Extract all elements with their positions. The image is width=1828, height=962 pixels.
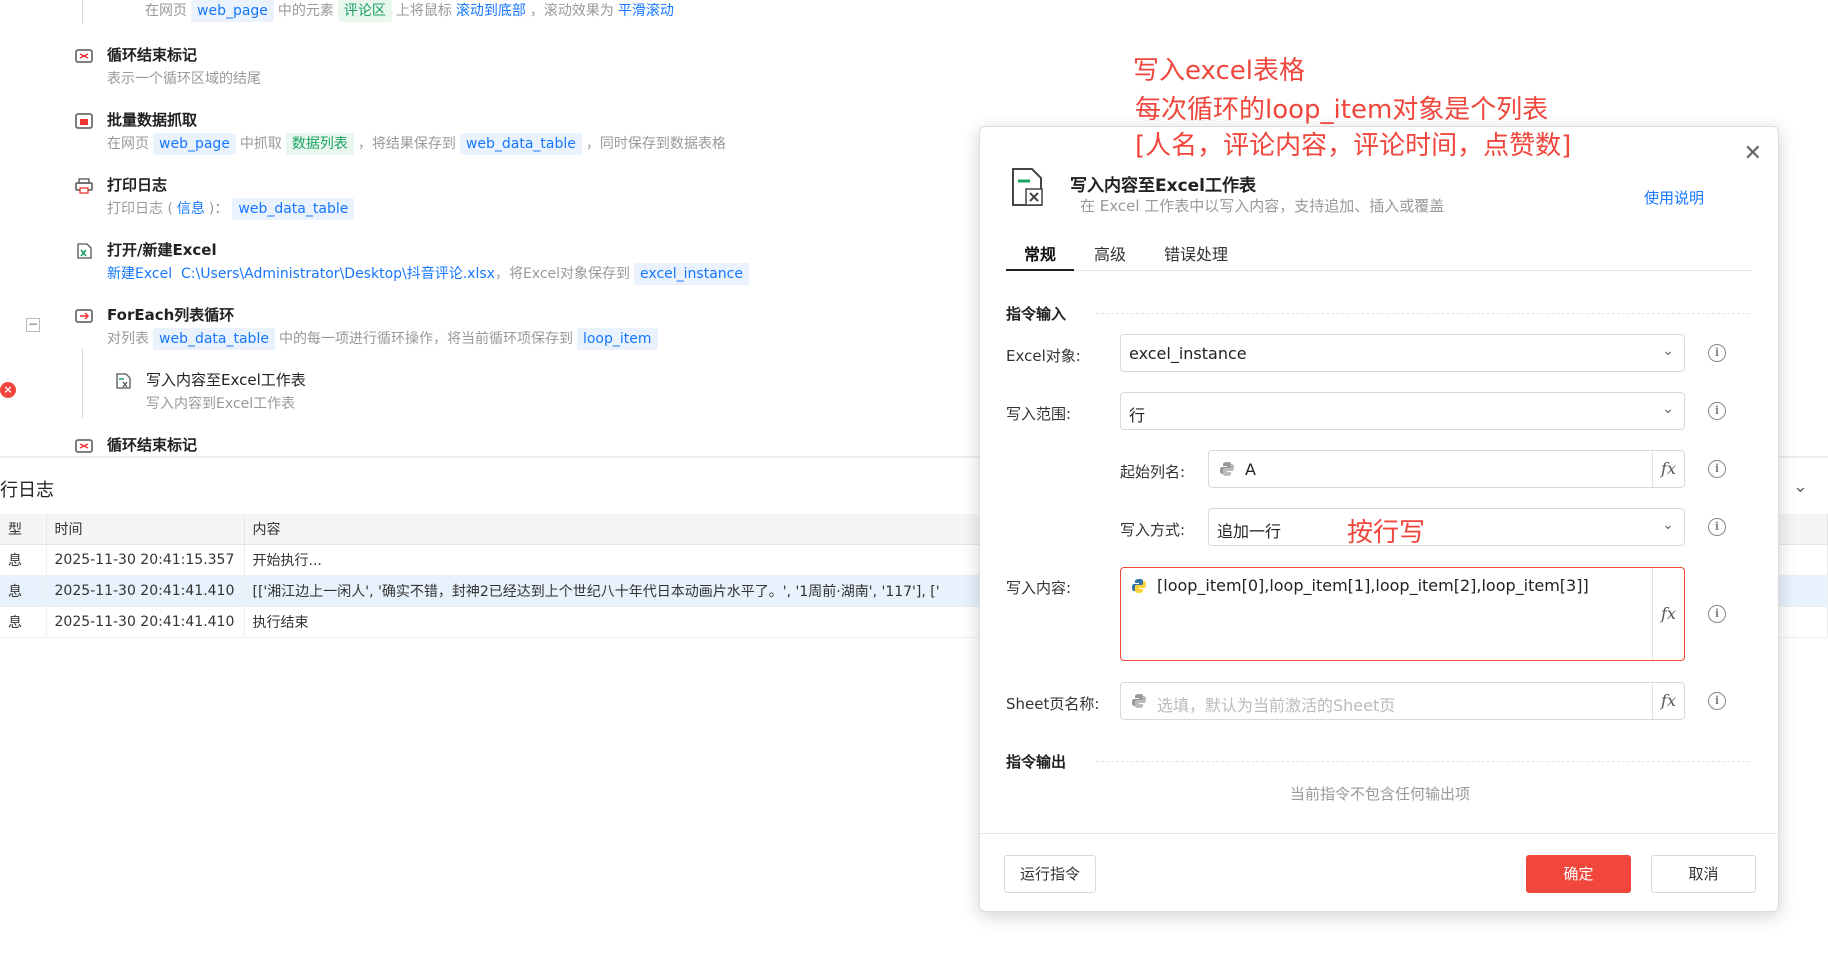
step-desc: 在网页 web_page 中抓取 数据列表 ，将结果保存到 web_data_table，…: [107, 133, 726, 155]
step-title: ForEach列表循环: [107, 306, 235, 324]
confirm-button[interactable]: 确定: [1526, 855, 1631, 893]
log-time: 2025-11-30 20:41:41.410: [46, 606, 245, 638]
write-mode-select[interactable]: 追加一行 ⌄: [1208, 508, 1685, 546]
collapse-foreach-button[interactable]: −: [26, 318, 40, 332]
sheet-name-input[interactable]: 选填，默认为当前激活的Sheet页 fx: [1120, 682, 1685, 720]
chevron-down-icon[interactable]: ⌄: [1793, 476, 1808, 497]
log-col-time[interactable]: 时间: [46, 514, 245, 545]
annotation-write-by-row: 按行写: [1347, 518, 1426, 548]
tab-indicator: [1006, 269, 1074, 271]
write-range-select[interactable]: 行 ⌄: [1120, 392, 1685, 430]
loop-end-icon: [75, 439, 93, 453]
printer-icon: [75, 178, 93, 194]
dialog-subtitle: 在 Excel 工作表中以写入内容，支持追加、插入或覆盖: [1080, 197, 1445, 215]
info-icon[interactable]: i: [1708, 605, 1726, 623]
divider: [1096, 761, 1750, 762]
annotation-loop-item-list: 每次循环的loop_item对象是个列表: [1135, 95, 1549, 125]
tab-advanced[interactable]: 高级: [1094, 241, 1126, 265]
run-command-button[interactable]: 运行指令: [1004, 855, 1096, 893]
step-title: 打开/新建Excel: [107, 241, 217, 259]
close-icon[interactable]: ✕: [1744, 141, 1762, 166]
loop-end-icon: [75, 49, 93, 63]
step-title: 打印日志: [107, 176, 168, 194]
dialog-title: 写入内容至Excel工作表: [1070, 176, 1257, 196]
step-desc: 表示一个循环区域的结尾: [107, 71, 261, 87]
step-desc: 写入内容到Excel工作表: [146, 396, 296, 412]
sheet-name-label: Sheet页名称:: [1006, 695, 1100, 713]
tab-error-handling[interactable]: 错误处理: [1164, 241, 1228, 265]
log-title: 行日志: [0, 480, 54, 501]
step-desc: 对列表 web_data_table 中的每一项进行循环操作，将当前循环项保存到 lo…: [107, 328, 662, 350]
fx-icon[interactable]: fx: [1652, 568, 1684, 660]
flow-connector: [82, 348, 83, 418]
excel-object-select[interactable]: excel_instance ⌄: [1120, 334, 1685, 372]
step-title: 循环结束标记: [107, 46, 198, 64]
python-icon: [1132, 579, 1146, 593]
help-link[interactable]: 使用说明: [1644, 187, 1704, 208]
tab-general[interactable]: 常规: [1024, 241, 1056, 265]
excel-object-label: Excel对象:: [1006, 347, 1081, 365]
start-column-label: 起始列名:: [1120, 463, 1186, 481]
log-type: 息: [0, 606, 47, 638]
excel-file-icon: [77, 243, 92, 259]
info-icon[interactable]: i: [1708, 460, 1726, 478]
excel-write-icon: [1012, 168, 1043, 206]
annotation-write-excel: 写入excel表格: [1133, 56, 1305, 86]
dialog-tabs: 常规 高级 错误处理: [1006, 235, 1752, 271]
write-content-label: 写入内容:: [1006, 579, 1072, 597]
fx-icon[interactable]: fx: [1652, 683, 1684, 719]
error-icon[interactable]: ×: [0, 382, 16, 398]
chevron-down-icon: ⌄: [1662, 401, 1674, 417]
write-range-label: 写入范围:: [1006, 405, 1072, 423]
batch-scrape-icon: [75, 113, 93, 129]
log-time: 2025-11-30 20:41:15.357: [46, 544, 245, 576]
step-title: 写入内容至Excel工作表: [146, 371, 306, 389]
loop-icon: [75, 309, 93, 323]
no-output-text: 当前指令不包含任何输出项: [1289, 785, 1470, 803]
write-mode-label: 写入方式:: [1120, 521, 1186, 539]
write-content-input[interactable]: [loop_item[0],loop_item[1],loop_item[2],…: [1120, 567, 1685, 661]
step-title: 循环结束标记: [107, 436, 198, 454]
dialog-footer: 运行指令 确定 取消: [980, 833, 1780, 913]
cancel-button[interactable]: 取消: [1651, 855, 1756, 893]
step-desc: 打印日志 (信息)： web_data_table: [107, 198, 358, 220]
chevron-down-icon: ⌄: [1662, 343, 1674, 359]
log-time: 2025-11-30 20:41:41.410: [46, 575, 245, 607]
python-icon: [1132, 694, 1146, 708]
chevron-down-icon: ⌄: [1662, 517, 1674, 533]
log-col-type[interactable]: 型: [0, 514, 47, 545]
log-type: 息: [0, 575, 47, 607]
flow-connector: [82, 0, 83, 24]
section-output-title: 指令输出: [1006, 753, 1067, 771]
info-icon[interactable]: i: [1708, 344, 1726, 362]
start-column-input[interactable]: A fx: [1208, 450, 1685, 488]
info-icon[interactable]: i: [1708, 518, 1726, 536]
info-icon[interactable]: i: [1708, 402, 1726, 420]
python-icon: [1220, 462, 1234, 476]
divider: [1096, 313, 1750, 314]
app-root: 在网页 web_page 中的元素 评论区 上将鼠标 滚动到底部 ，滚动效果为 平滑滚动 循环…: [0, 0, 1828, 962]
step-desc: 在网页 web_page 中的元素 评论区 上将鼠标 滚动到底部 ，滚动效果为 平滑滚动: [145, 0, 678, 22]
write-excel-dialog: ✕ 写入内容至Excel工作表 在 Excel 工作表中以写入内容，支持追加、插…: [979, 95, 1780, 913]
step-title: 批量数据抓取: [107, 111, 198, 129]
annotation-fields: [人名，评论内容，评论时间，点赞数]: [1135, 131, 1572, 161]
log-type: 息: [0, 544, 47, 576]
step-desc: 新建Excel C:\Users\Administrator\Desktop\抖…: [107, 263, 753, 285]
flow-editor: 在网页 web_page 中的元素 评论区 上将鼠标 滚动到底部 ，滚动效果为 平滑滚动 循环…: [0, 0, 1000, 454]
section-input-title: 指令输入: [1006, 305, 1067, 323]
info-icon[interactable]: i: [1708, 692, 1726, 710]
excel-write-icon: [116, 373, 131, 389]
fx-icon[interactable]: fx: [1652, 451, 1684, 487]
